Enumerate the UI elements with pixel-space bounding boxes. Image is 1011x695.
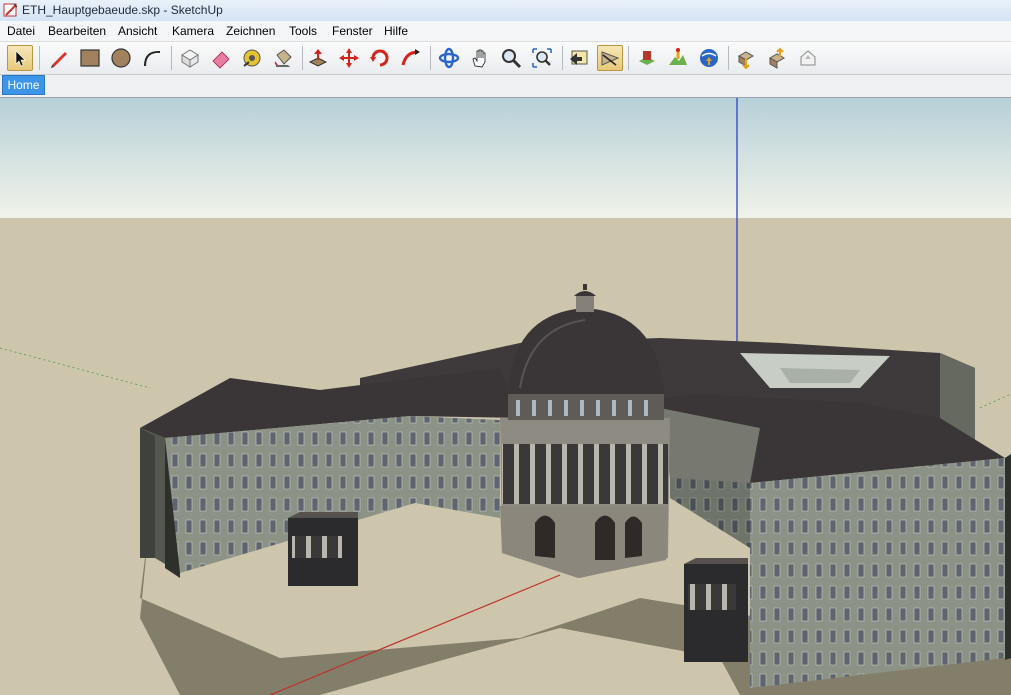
eth-building-model[interactable] [0, 98, 1011, 695]
tape-measure-tool-button[interactable] [239, 45, 265, 71]
orbit-tool-button[interactable] [436, 45, 462, 71]
paint-bucket-tool-button[interactable] [270, 45, 296, 71]
right-porch [684, 564, 748, 662]
menu-bar: Datei Bearbeiten Ansicht Kamera Zeichnen… [0, 21, 1011, 42]
menu-fenster[interactable]: Fenster [332, 23, 373, 39]
add-location-tool-button[interactable] [634, 45, 660, 71]
sketchup-app-icon [3, 3, 18, 17]
make-component-icon [181, 49, 199, 68]
share-model-icon [737, 51, 755, 69]
menu-bearbeiten[interactable]: Bearbeiten [48, 23, 106, 39]
rectangle-icon [80, 49, 100, 67]
previous-view-icon [570, 50, 588, 65]
zoom-icon [502, 49, 522, 69]
rotate-tool-button[interactable] [367, 45, 393, 71]
title-bar: ETH_Hauptgebaeude.skp - SketchUp [0, 0, 1011, 22]
select-icon [15, 50, 26, 67]
next-view-tool-button[interactable] [597, 45, 623, 71]
scene-tab-home[interactable]: Home [2, 75, 45, 95]
rotate-icon [370, 49, 389, 67]
orbit-icon [438, 47, 460, 69]
pencil-icon [51, 52, 67, 68]
get-models-icon [700, 49, 718, 67]
zoom-extents-icon [532, 48, 552, 68]
circle-icon [111, 48, 131, 68]
share-model-tool-button[interactable] [733, 45, 759, 71]
main-toolbar [0, 42, 1011, 75]
add-location-icon [639, 51, 655, 65]
toggle-terrain-icon [669, 48, 687, 65]
share-component-tool-button[interactable] [764, 45, 790, 71]
select-tool-button[interactable] [7, 45, 33, 71]
circle-tool-button[interactable] [108, 45, 134, 71]
next-view-icon [601, 51, 620, 66]
toggle-terrain-tool-button[interactable] [665, 45, 691, 71]
model-viewport[interactable] [0, 98, 1011, 695]
make-component-tool-button[interactable] [177, 45, 203, 71]
pencil-tool-button[interactable] [46, 45, 72, 71]
follow-me-icon [401, 49, 420, 66]
eraser-tool-button[interactable] [208, 45, 234, 71]
scene-tab-bar: Home [0, 75, 1011, 98]
send-to-earth-tool-button[interactable] [795, 45, 821, 71]
push-pull-tool-button[interactable] [305, 45, 331, 71]
send-to-earth-icon [800, 50, 816, 66]
zoom-extents-tool-button[interactable] [529, 45, 555, 71]
eraser-icon [212, 51, 230, 69]
move-icon [339, 48, 359, 68]
rectangle-tool-button[interactable] [77, 45, 103, 71]
move-tool-button[interactable] [336, 45, 362, 71]
sky [0, 98, 1011, 219]
tape-measure-icon [243, 49, 261, 67]
menu-zeichnen[interactable]: Zeichnen [226, 23, 275, 39]
push-pull-icon [308, 49, 328, 67]
pan-icon [472, 49, 486, 68]
dome-lantern [576, 296, 594, 312]
arc-tool-button[interactable] [139, 45, 165, 71]
share-component-icon [768, 47, 786, 69]
menu-hilfe[interactable]: Hilfe [384, 23, 408, 39]
arc-icon [144, 50, 161, 67]
follow-me-tool-button[interactable] [398, 45, 424, 71]
menu-ansicht[interactable]: Ansicht [118, 23, 157, 39]
right-wing-facade [750, 458, 1005, 688]
window-title: ETH_Hauptgebaeude.skp - SketchUp [22, 3, 223, 17]
pan-tool-button[interactable] [467, 45, 493, 71]
paint-bucket-icon [274, 49, 292, 67]
menu-datei[interactable]: Datei [7, 23, 35, 39]
menu-tools[interactable]: Tools [289, 23, 317, 39]
menu-kamera[interactable]: Kamera [172, 23, 214, 39]
get-models-tool-button[interactable] [696, 45, 722, 71]
zoom-tool-button[interactable] [498, 45, 524, 71]
previous-view-tool-button[interactable] [566, 45, 592, 71]
